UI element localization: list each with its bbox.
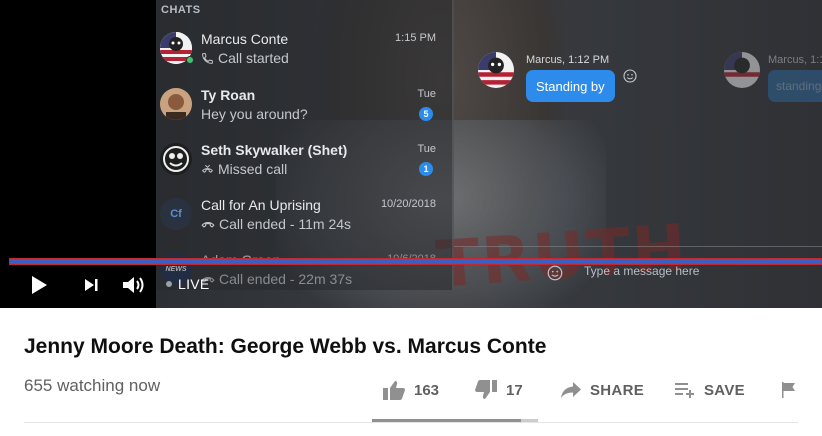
thumbs-up-icon	[383, 381, 405, 400]
dislike-button[interactable]: 17	[474, 376, 523, 404]
avatar	[160, 143, 192, 175]
video-player[interactable]: TRUTH CHATS Marcus Conte Call started 1:…	[0, 0, 822, 308]
avatar	[724, 52, 760, 88]
volume-button[interactable]	[118, 272, 150, 298]
message-ghost-text: standing	[776, 79, 822, 93]
flag-icon	[782, 382, 795, 398]
video-title: Jenny Moore Death: George Webb vs. Marcu…	[24, 335, 547, 358]
missed-call-icon	[201, 164, 214, 173]
message-meta-ghost: Marcus, 1:12 PM	[768, 54, 822, 66]
chat-subtitle-row: Missed call	[201, 161, 287, 177]
divider	[24, 422, 798, 423]
skip-next-icon	[85, 279, 98, 291]
chat-time: Tue	[417, 143, 436, 155]
progress-fill	[10, 259, 821, 264]
avatar	[160, 88, 192, 120]
message-bubble: Standing by	[526, 70, 615, 102]
share-label: SHARE	[590, 381, 645, 399]
chat-time: Tue	[417, 88, 436, 100]
chats-header: CHATS	[161, 4, 201, 16]
chat-name: Marcus Conte	[201, 31, 289, 47]
volume-icon	[123, 277, 144, 293]
compose-divider	[454, 246, 822, 247]
like-count: 163	[414, 381, 440, 399]
save-button[interactable]: SAVE	[674, 376, 745, 404]
chat-item: Cf Call for An Uprising Call ended - 11m…	[156, 194, 446, 249]
phone-icon	[202, 52, 213, 64]
avatar-initials: Cf	[170, 208, 182, 220]
play-button[interactable]	[26, 272, 52, 298]
message-meta: Marcus, 1:12 PM	[526, 54, 610, 66]
chat-name: Ty Roan	[201, 87, 256, 103]
chat-subtitle: Call ended - 11m 24s	[219, 216, 352, 232]
share-button[interactable]: SHARE	[560, 376, 644, 404]
share-icon	[561, 382, 581, 398]
avatar	[478, 52, 514, 88]
chat-time: 10/20/2018	[380, 198, 436, 210]
thumbs-down-icon	[475, 380, 497, 399]
dislike-count: 17	[506, 381, 523, 399]
report-button[interactable]	[780, 376, 798, 404]
online-status-dot	[186, 56, 194, 64]
chat-subtitle-row: Call ended - 11m 24s	[201, 216, 351, 232]
chat-name: Call for An Uprising	[201, 197, 321, 213]
next-button[interactable]	[78, 272, 104, 298]
message-bubble-ghost: standing	[768, 70, 822, 102]
emoji-icon	[623, 69, 637, 83]
chat-subtitle: Missed call	[218, 161, 288, 177]
call-ended-icon	[201, 222, 215, 228]
like-button[interactable]: 163	[382, 376, 439, 404]
play-icon	[32, 276, 47, 294]
avatar: Cf	[160, 198, 192, 230]
player-controls: LIVE	[0, 268, 822, 304]
chat-item: Marcus Conte Call started 1:15 PM	[156, 28, 446, 83]
unread-badge: 5	[419, 107, 433, 121]
chat-time: 1:15 PM	[395, 32, 436, 44]
chat-item: Ty Roan Hey you around? Tue 5	[156, 84, 446, 139]
chat-item: Seth Skywalker (Shet) Missed call Tue 1	[156, 139, 446, 194]
chat-subtitle: Call started	[218, 50, 289, 66]
progress-bar[interactable]	[9, 258, 822, 265]
save-label: SAVE	[704, 381, 745, 399]
add-to-playlist-icon	[675, 383, 694, 398]
unread-badge: 1	[419, 162, 433, 176]
live-dot-icon	[166, 281, 172, 287]
chat-name: Seth Skywalker (Shet)	[201, 142, 348, 158]
live-badge[interactable]: LIVE	[166, 276, 210, 292]
live-label: LIVE	[178, 276, 210, 292]
chat-subtitle: Hey you around?	[201, 106, 308, 122]
chat-subtitle-row: Hey you around?	[201, 106, 308, 122]
chat-subtitle-row: Call started	[201, 50, 289, 66]
view-count: 655 watching now	[24, 376, 161, 395]
